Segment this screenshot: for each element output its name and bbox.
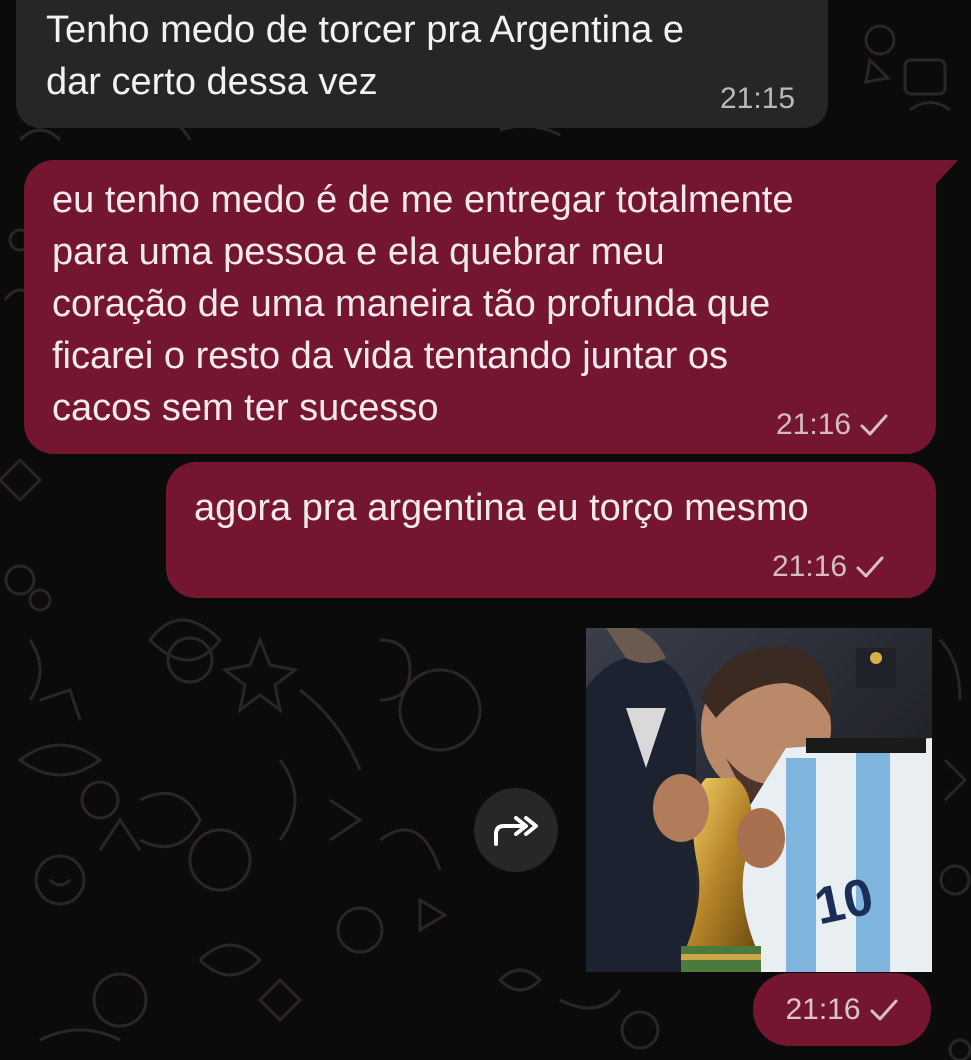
jersey-number: 10	[810, 868, 879, 937]
message-bubble-incoming[interactable]: Tenho medo de torcer pra Argentina e dar…	[16, 0, 828, 128]
check-icon	[856, 556, 884, 578]
message-timestamp: 21:16	[772, 550, 885, 584]
timestamp-text: 21:15	[720, 82, 796, 115]
message-timestamp: 21:16	[776, 408, 889, 442]
message-bubble-outgoing[interactable]: agora pra argentina eu torço mesmo 21:16	[166, 462, 936, 598]
timestamp-text: 21:16	[776, 408, 852, 441]
bubble-tail	[934, 160, 958, 186]
trophy-kiss-photo: 10	[586, 628, 932, 972]
check-icon	[870, 999, 898, 1020]
message-text: agora pra argentina eu torço mesmo	[194, 487, 809, 529]
message-text: Tenho medo de torcer pra Argentina e dar…	[46, 9, 684, 103]
message-text: eu tenho medo é de me entregar totalment…	[52, 179, 794, 429]
image-timestamp: 21:16	[753, 973, 931, 1046]
check-icon	[860, 414, 888, 436]
timestamp-text: 21:16	[772, 550, 848, 583]
message-image[interactable]: 10	[586, 628, 932, 972]
forward-button[interactable]	[474, 788, 558, 872]
message-bubble-outgoing[interactable]: eu tenho medo é de me entregar totalment…	[24, 160, 958, 454]
timestamp-text: 21:16	[785, 992, 861, 1026]
forward-icon	[494, 816, 538, 846]
message-timestamp: 21:15	[720, 82, 795, 116]
